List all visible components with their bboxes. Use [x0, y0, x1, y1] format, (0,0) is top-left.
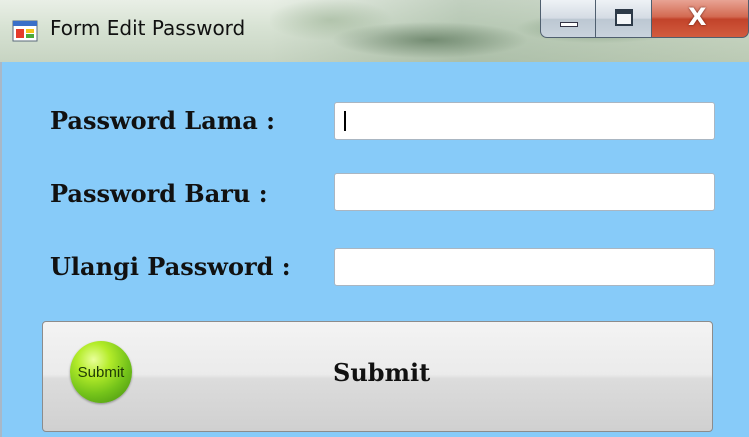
new-password-label: Password Baru : [50, 179, 268, 208]
maximize-button[interactable] [596, 0, 652, 38]
submit-button-label: Submit [333, 358, 431, 387]
close-icon: X [688, 3, 707, 31]
maximize-icon [615, 9, 633, 26]
submit-badge-label: Submit [77, 363, 125, 381]
new-password-input[interactable] [334, 173, 715, 211]
repeat-password-label: Ulangi Password : [50, 252, 291, 281]
repeat-password-input[interactable] [334, 248, 715, 286]
green-submit-badge-icon: Submit [70, 341, 132, 403]
minimize-button[interactable] [540, 0, 596, 38]
close-button[interactable]: X [652, 0, 749, 38]
submit-button[interactable]: Submit Submit [42, 321, 713, 432]
form-window-icon[interactable] [12, 18, 38, 44]
title-bar[interactable]: Form Edit Password X [0, 0, 749, 63]
form-edit-password-window: Form Edit Password X Password Lama : Pas… [0, 0, 749, 437]
form-client-area: Password Lama : Password Baru : Ulangi P… [0, 62, 749, 437]
minimize-icon [560, 22, 578, 27]
text-caret [344, 111, 346, 131]
old-password-label: Password Lama : [50, 106, 276, 135]
old-password-input[interactable] [334, 102, 715, 140]
window-title: Form Edit Password [50, 16, 246, 40]
